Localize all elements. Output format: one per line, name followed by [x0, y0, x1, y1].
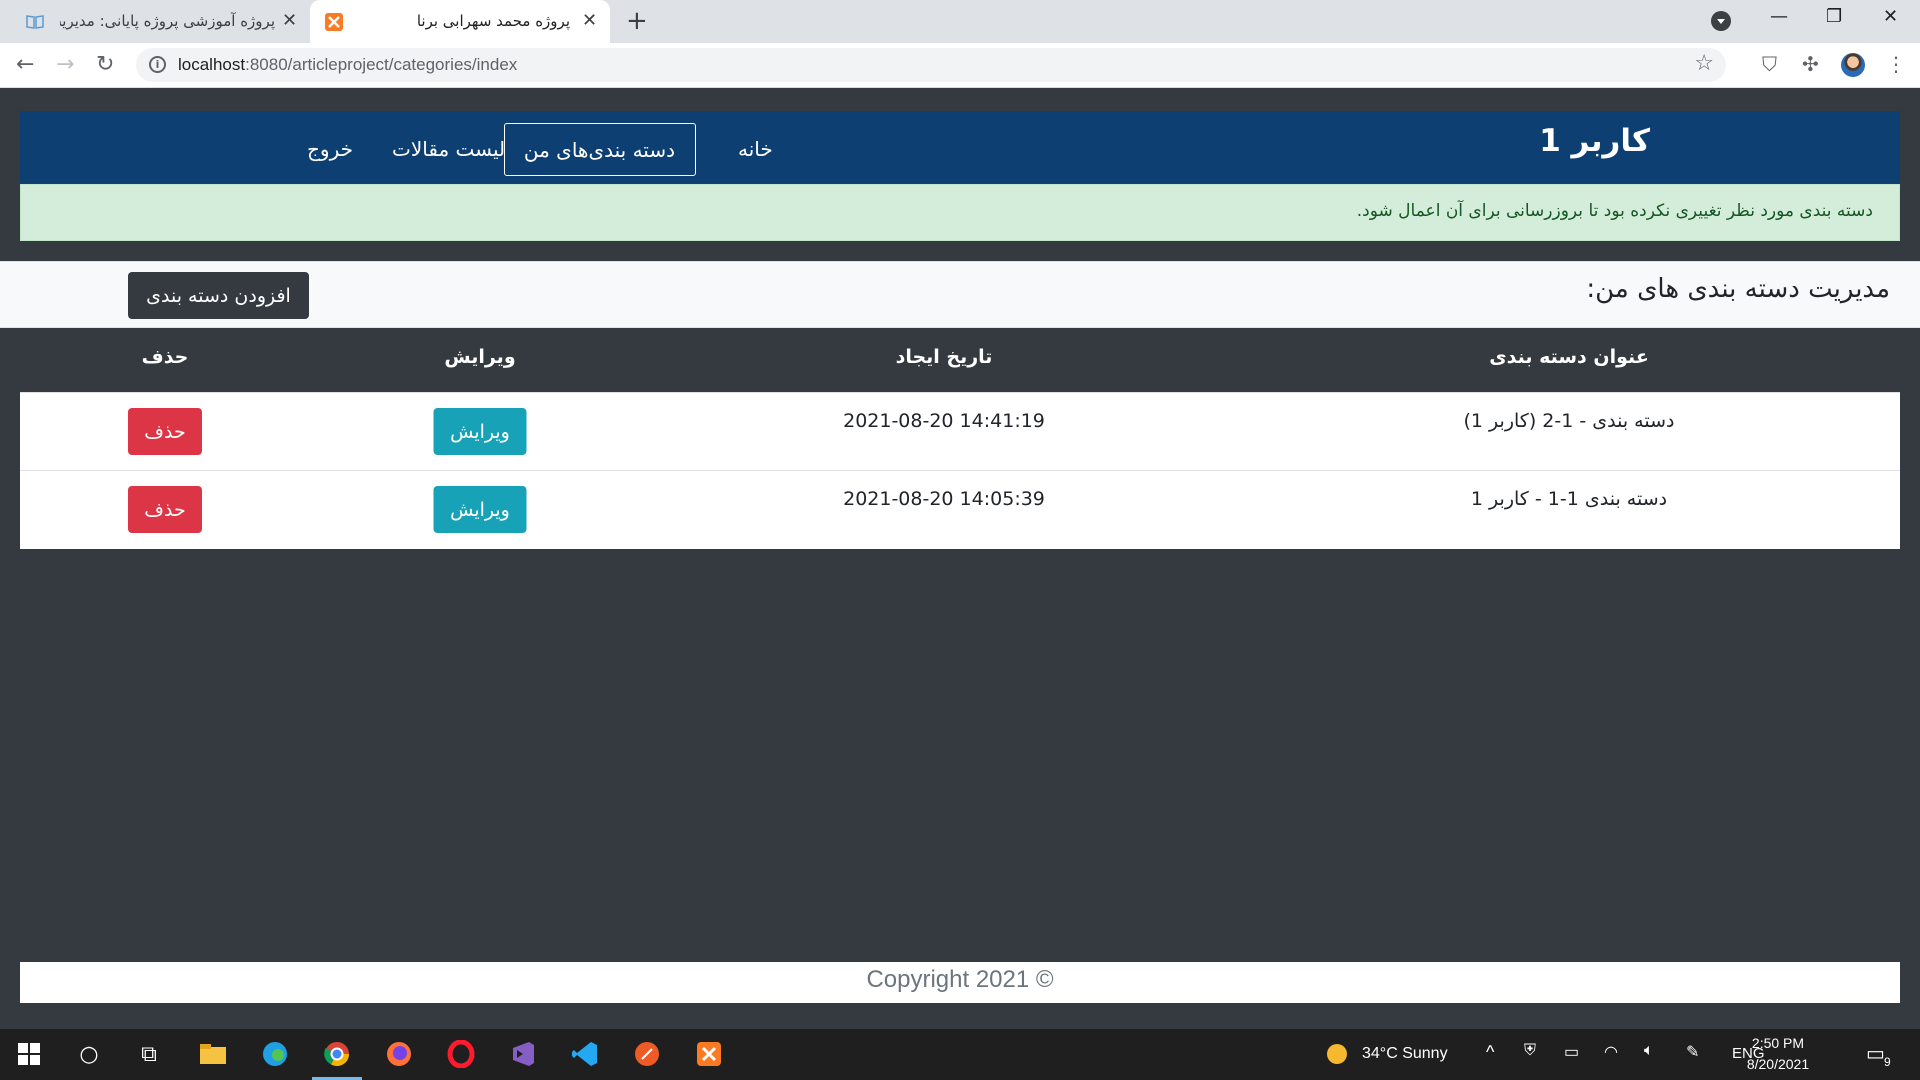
notifications-icon[interactable]: ▭ [1866, 1041, 1885, 1066]
page-title: مدیریت دسته بندی های من: [1586, 274, 1890, 304]
edit-button[interactable]: ویرایش [433, 486, 527, 533]
table-body: دسته بندی - 1-2 (کاربر 1) 2021-08-20 14:… [20, 392, 1900, 549]
success-alert: دسته بندی مورد نظر تغییری نکرده بود تا ب… [20, 184, 1900, 241]
nav-articles-list[interactable]: لیست مقالات [372, 123, 525, 176]
new-tab-icon[interactable]: + [626, 6, 648, 36]
category-title-cell: دسته بندی - 1-2 (کاربر 1) [1463, 410, 1675, 432]
navbar: کاربر 1 خانه دسته بندی‌های من لیست مقالا… [20, 111, 1900, 183]
browser-tabstrip: پروژه آموزشی پروژه پایانی: مدیریت ✕ پروژ… [0, 0, 1920, 43]
pen-icon[interactable]: ✎ [1686, 1042, 1699, 1062]
category-title-cell: دسته بندی 1-1 - کاربر 1 [1470, 488, 1668, 510]
url-text[interactable]: localhost:8080/articleproject/categories… [178, 55, 517, 75]
navbar-brand[interactable]: کاربر 1 [1539, 123, 1650, 159]
close-tab-icon[interactable]: ✕ [282, 10, 297, 31]
file-explorer-icon[interactable] [196, 1037, 230, 1071]
bookmark-star-icon[interactable]: ☆ [1694, 51, 1714, 76]
windows-taskbar: ○ ⧉ 34°C Sunny ^ ⛨ ▭ ◠ 🔈︎ ✎ ENG 2:50 PM … [0, 1029, 1920, 1080]
vscode-icon[interactable] [568, 1037, 602, 1071]
menu-dots-icon[interactable]: ⋮ [1886, 52, 1906, 76]
tab-title: پروژه محمد سهرابی برنا [416, 12, 570, 30]
clock-date: 8/20/2021 [1746, 1056, 1810, 1072]
forward-icon[interactable]: → [56, 52, 74, 77]
browser-toolbar: ← → ↻ i localhost:8080/articleproject/ca… [0, 43, 1920, 88]
footer: Copyright 2021 © [20, 962, 1900, 1003]
notification-count: 9 [1884, 1055, 1891, 1069]
edit-button[interactable]: ویرایش [433, 408, 527, 455]
shield-extension-icon[interactable]: ⛉ [1762, 52, 1777, 76]
clock-time: 2:50 PM [1751, 1035, 1805, 1051]
browser-tab-1[interactable]: پروژه آموزشی پروژه پایانی: مدیریت ✕ [0, 0, 305, 43]
firefox-icon[interactable] [382, 1037, 416, 1071]
alert-message: دسته بندی مورد نظر تغییری نکرده بود تا ب… [1356, 201, 1873, 221]
col-date-header: تاریخ ایجاد [895, 346, 993, 368]
wifi-icon[interactable]: ◠ [1604, 1042, 1618, 1062]
profile-avatar[interactable] [1841, 53, 1865, 77]
back-icon[interactable]: ← [16, 52, 34, 77]
minimize-icon[interactable]: — [1770, 6, 1788, 27]
table-header: عنوان دسته بندی تاریخ ایجاد ویرایش حذف [20, 329, 1900, 392]
nav-my-categories[interactable]: دسته بندی‌های من [504, 123, 696, 176]
windows-start-icon[interactable] [12, 1037, 46, 1071]
opera-icon[interactable] [444, 1037, 478, 1071]
created-date-cell: 2021-08-20 14:05:39 [843, 488, 1045, 510]
visual-studio-icon[interactable] [506, 1037, 540, 1071]
battery-icon[interactable]: ▭ [1564, 1042, 1579, 1062]
postman-icon[interactable] [630, 1037, 664, 1071]
browser-tab-2[interactable]: پروژه محمد سهرابی برنا ✕ [310, 0, 610, 43]
chrome-icon[interactable] [312, 1037, 362, 1080]
system-clock[interactable]: 2:50 PM 8/20/2021 [1728, 1033, 1828, 1075]
tab-search-icon[interactable] [1711, 11, 1731, 31]
extensions-puzzle-icon[interactable]: ✣ [1802, 52, 1819, 76]
table-row: دسته بندی 1-1 - کاربر 1 2021-08-20 14:05… [20, 470, 1900, 548]
weather-sun-icon[interactable] [1320, 1037, 1354, 1071]
tab-title: پروژه آموزشی پروژه پایانی: مدیریت [60, 12, 275, 30]
search-icon[interactable]: ○ [72, 1037, 106, 1071]
delete-button[interactable]: حذف [128, 486, 202, 533]
close-window-icon[interactable]: ✕ [1883, 6, 1898, 27]
nav-logout[interactable]: خروج [287, 123, 373, 176]
col-delete-header: حذف [141, 346, 189, 368]
edge-icon[interactable] [258, 1037, 292, 1071]
col-edit-header: ویرایش [444, 346, 516, 368]
restore-icon[interactable]: ❐ [1826, 6, 1842, 27]
weather-text[interactable]: 34°C Sunny [1362, 1045, 1448, 1063]
close-tab-icon[interactable]: ✕ [582, 10, 597, 31]
chevron-up-icon[interactable]: ^ [1486, 1042, 1494, 1063]
volume-icon[interactable]: 🔈︎ [1644, 1042, 1654, 1060]
delete-button[interactable]: حذف [128, 408, 202, 455]
col-title-header: عنوان دسته بندی [1489, 346, 1649, 368]
reload-icon[interactable]: ↻ [96, 52, 114, 77]
created-date-cell: 2021-08-20 14:41:19 [843, 410, 1045, 432]
add-category-button[interactable]: افزودن دسته بندی [128, 272, 309, 319]
address-bar[interactable]: i localhost:8080/articleproject/categori… [136, 48, 1726, 82]
page-body: کاربر 1 خانه دسته بندی‌های من لیست مقالا… [0, 89, 1920, 1029]
book-icon [26, 15, 44, 29]
security-shield-icon[interactable]: ⛨ [1524, 1042, 1536, 1060]
task-view-icon[interactable]: ⧉ [132, 1037, 166, 1071]
card-header: مدیریت دسته بندی های من: افزودن دسته بند… [0, 261, 1920, 328]
info-icon[interactable]: i [149, 56, 166, 73]
xampp-icon [325, 13, 343, 31]
xampp-taskbar-icon[interactable] [692, 1037, 726, 1071]
table-row: دسته بندی - 1-2 (کاربر 1) 2021-08-20 14:… [20, 392, 1900, 470]
nav-home[interactable]: خانه [718, 123, 793, 176]
copyright-text: Copyright 2021 © [866, 966, 1054, 993]
